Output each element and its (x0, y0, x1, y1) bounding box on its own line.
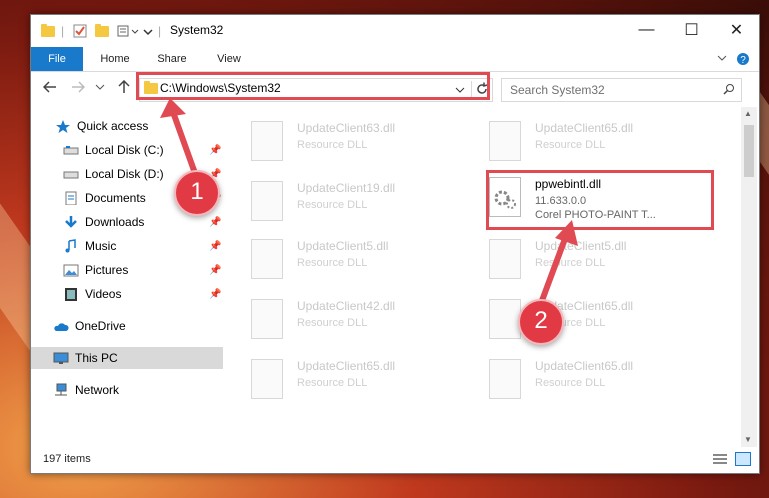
step-badge-1: 1 (174, 170, 220, 216)
step-badge-2: 2 (518, 299, 564, 345)
annotation-arrows (160, 98, 578, 308)
